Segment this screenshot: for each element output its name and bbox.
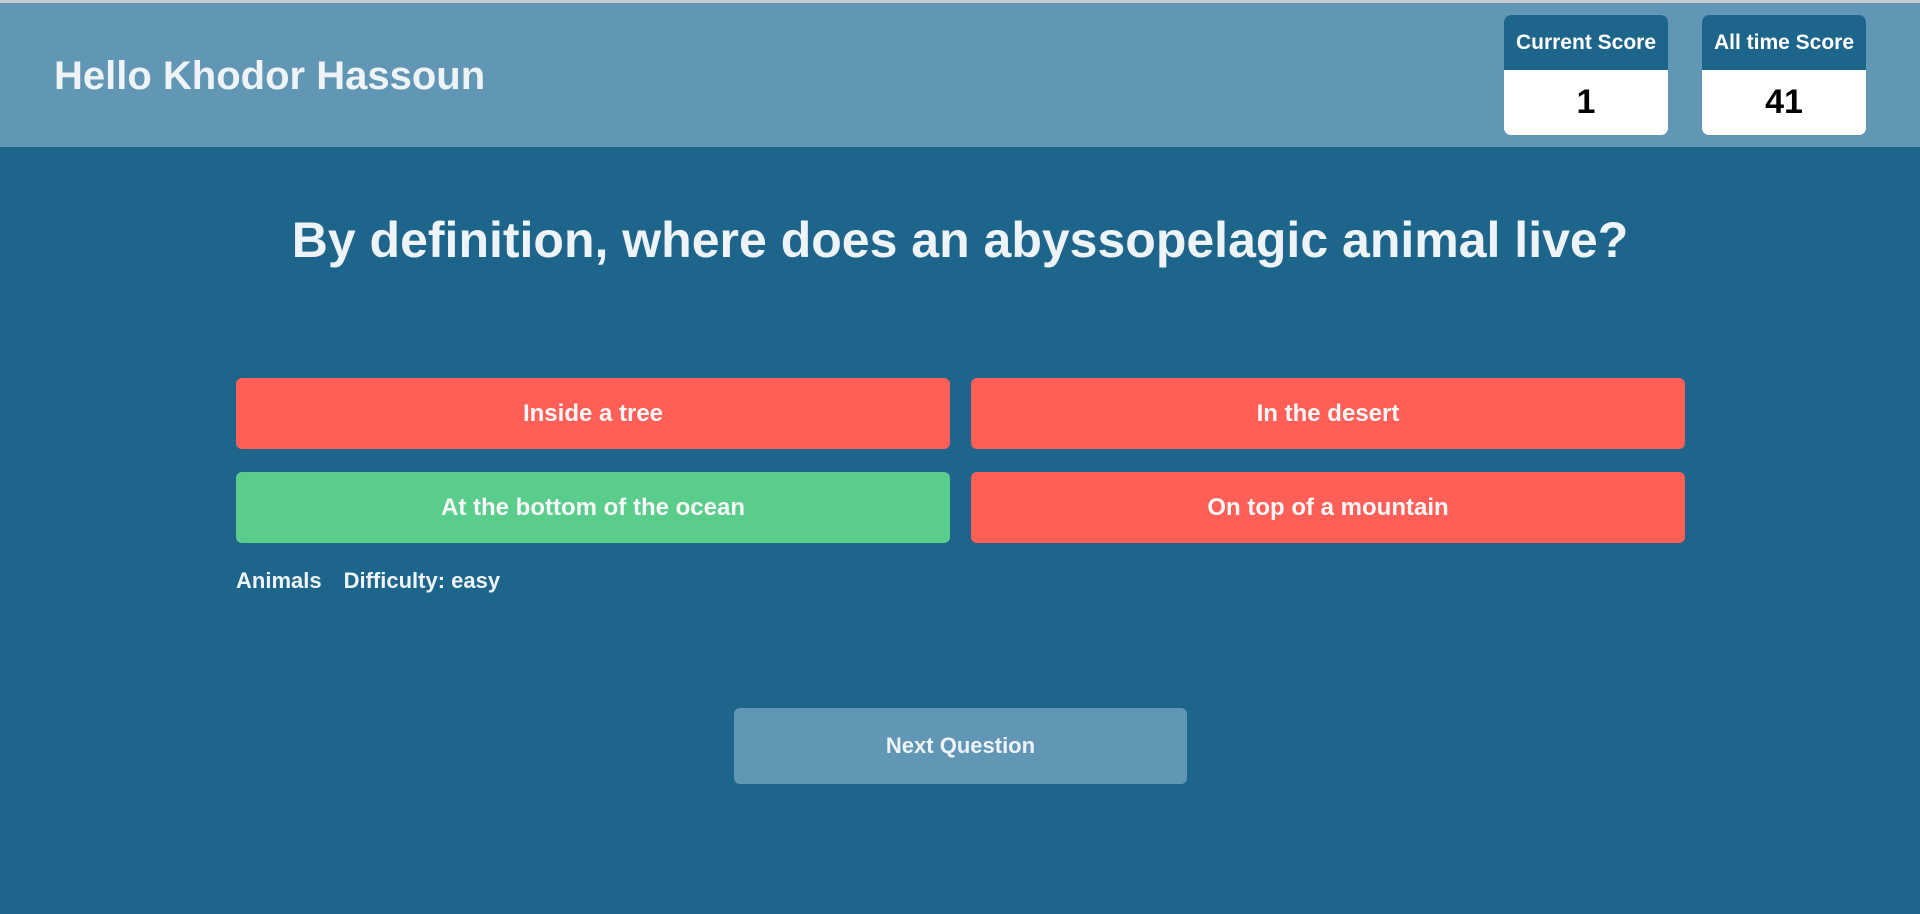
- answer-option-2[interactable]: In the desert: [971, 378, 1685, 449]
- question-text: By definition, where does an abyssopelag…: [291, 212, 1629, 268]
- all-time-score-value: 41: [1765, 83, 1803, 121]
- current-score-value: 1: [1576, 83, 1596, 121]
- user-greeting: Hello Khodor Hassoun: [54, 54, 486, 98]
- all-time-score-card: All time Score 41: [1702, 15, 1866, 135]
- difficulty-label: Difficulty: easy: [343, 568, 501, 593]
- answer-option-4[interactable]: On top of a mountain: [971, 472, 1685, 543]
- current-score-card: Current Score 1: [1504, 15, 1668, 135]
- category-label: Animals: [236, 568, 322, 593]
- current-score-label: Current Score: [1504, 15, 1668, 70]
- all-time-score-label: All time Score: [1702, 15, 1866, 70]
- answer-option-1[interactable]: Inside a tree: [236, 378, 950, 449]
- page-header: Hello Khodor Hassoun Current Score 1 All…: [0, 3, 1920, 147]
- answer-option-3[interactable]: At the bottom of the ocean: [236, 472, 950, 543]
- question-meta: Animals Difficulty: easy: [236, 568, 500, 594]
- next-question-button[interactable]: Next Question: [734, 708, 1187, 784]
